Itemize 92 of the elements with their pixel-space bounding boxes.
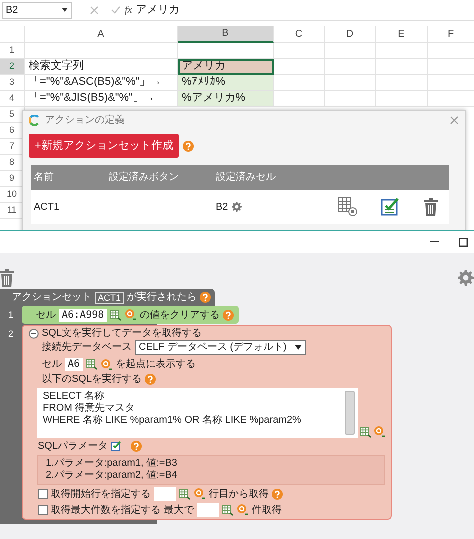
help-icon[interactable] [183,140,194,152]
help-icon[interactable] [131,441,142,452]
empty-cell[interactable] [376,91,428,107]
option-label: 取得開始行を指定する [51,488,151,500]
trash-icon[interactable] [0,268,14,288]
clear-step-block[interactable]: セル A6:A998 の値をクリアする [22,306,240,324]
step-label: セル [36,308,56,322]
cell[interactable]: 「="%"&ASC(B5)&"%"」→ [25,75,178,91]
cell-picker-icon[interactable] [179,488,191,500]
app-logo-icon [29,114,40,126]
empty-cell[interactable] [376,43,428,59]
cell-picker-icon[interactable] [360,427,372,438]
empty-cell[interactable] [274,43,325,59]
checkbox[interactable] [38,489,48,499]
cell[interactable]: アメリカ [178,59,274,75]
option-label: 最大で [164,504,194,516]
field-label: 接続先データベース [42,341,132,354]
row-header[interactable]: 3 [0,75,25,91]
name-box[interactable]: B2 [2,2,72,18]
settings-icon[interactable] [458,270,474,286]
sql-step-block[interactable] [22,325,392,520]
help-icon[interactable] [272,488,283,500]
column-header: 設定済みボタン [109,170,180,185]
column-header: 名前 [34,171,55,185]
field-label: セル [42,358,62,371]
empty-cell[interactable] [25,43,178,59]
option-label: 行目から取得 [209,488,269,500]
table-icon[interactable] [338,197,358,217]
new-action-set-button[interactable]: +新規アクションセット作成 [29,134,180,158]
range-field[interactable]: A6:A998 [59,308,108,322]
dialog-title: アクションの定義 [45,114,125,128]
column-header[interactable]: E [376,26,428,43]
close-icon[interactable] [450,116,459,124]
maximize-icon[interactable] [459,238,468,246]
number-field[interactable] [197,503,219,517]
cell-picker-icon[interactable] [110,310,122,320]
caret-icon[interactable] [294,345,302,350]
help-icon[interactable] [145,374,156,385]
enter-icon[interactable] [111,6,121,14]
option-label: 取得最大件数を指定する [51,504,161,516]
empty-cell[interactable] [325,75,376,91]
settings-icon[interactable] [232,202,242,212]
step-number: 2 [7,328,14,341]
cell-picker-icon[interactable] [222,504,234,516]
cell[interactable]: 「="%"&JIS(B5)&"%"」→ [25,91,178,107]
action-set-name: ACT1 [95,292,124,304]
field-label: 以下のSQLを実行する [42,373,142,386]
parameter-entry: 2.パラメータ:param2, 値:=B4 [46,470,178,482]
select-all-corner[interactable] [0,26,25,43]
action-name: ACT1 [34,200,61,214]
formula-value[interactable]: アメリカ [136,2,180,18]
field-label: SQLパラメータ [38,440,108,453]
empty-cell[interactable] [376,75,428,91]
cancel-icon[interactable] [90,6,99,14]
checkbox[interactable] [38,505,48,515]
cell[interactable]: %アメリカ% [178,91,274,107]
caret-icon[interactable] [62,8,68,12]
step-label: の値をクリアする [140,308,220,322]
help-icon[interactable] [223,310,234,320]
edit-icon[interactable] [111,441,122,452]
cell[interactable]: %ｱﾒﾘｶ% [178,75,274,91]
column-header[interactable]: D [325,26,376,43]
parameter-entry: 1.パラメータ:param1, 値:=B3 [46,458,178,470]
step-title: SQL文を実行してデータを取得する [42,327,202,340]
edit-icon[interactable] [380,197,400,217]
column-header[interactable]: B [178,26,274,43]
column-header[interactable]: C [274,26,325,43]
step-number: 1 [7,309,14,322]
cell-picker-icon[interactable] [86,359,98,370]
collapse-icon[interactable] [29,328,39,338]
block-label: アクションセット [12,291,92,305]
empty-cell[interactable] [376,59,428,75]
row-header[interactable]: 2 [0,59,25,75]
database-select[interactable]: CELF データベース (デフォルト) [135,340,306,355]
empty-cell[interactable] [325,43,376,59]
function-button[interactable]: fx [125,2,132,18]
cell[interactable]: 検索文字列 [25,59,178,75]
block-label: が実行されたら [127,290,198,305]
column-header: 設定済みセル [216,170,277,185]
trash-icon[interactable] [424,198,438,216]
help-icon[interactable] [200,292,212,303]
column-header[interactable]: A [25,26,178,43]
row-header[interactable]: 4 [0,91,25,107]
empty-cell[interactable] [325,91,376,107]
sql-field[interactable]: SELECT 名称 FROM 得意先マスタ WHERE 名称 LIKE %param1% OR 名称 LIKE %param2% [37,388,358,438]
option-label: 件取得 [252,504,282,516]
minimize-icon[interactable] [430,241,439,243]
empty-cell[interactable] [325,59,376,75]
number-field[interactable] [154,487,176,501]
cell-reference: B2 [216,200,228,214]
field-label: を起点に表示する [116,358,196,371]
cell-field[interactable]: A6 [65,358,84,371]
